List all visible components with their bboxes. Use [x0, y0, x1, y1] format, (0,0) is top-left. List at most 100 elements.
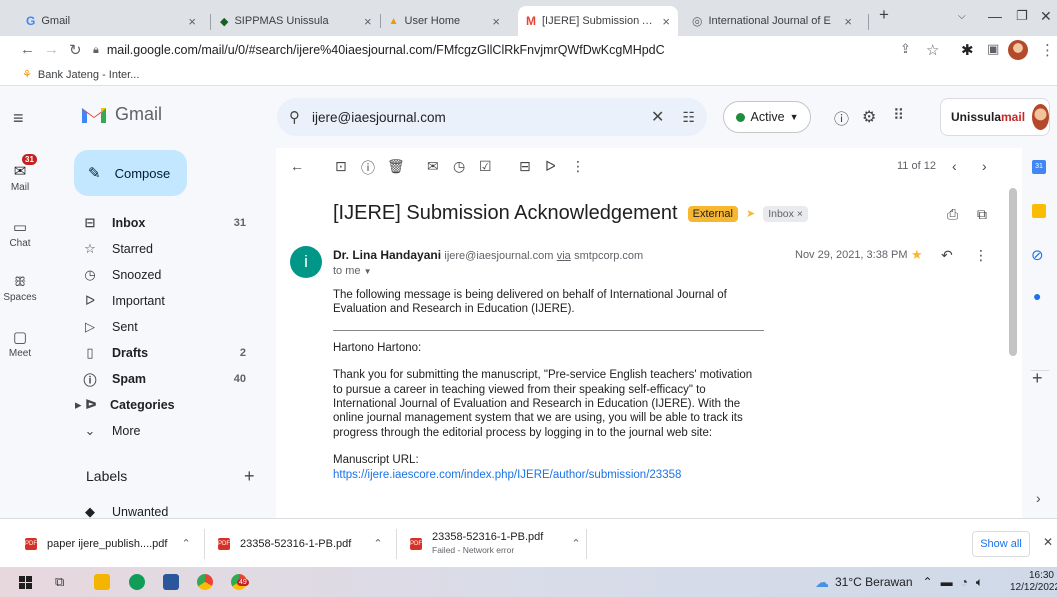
message-more-icon[interactable]: ⋮: [974, 247, 988, 264]
mark-unread-icon[interactable]: ✉: [427, 158, 439, 175]
reload-icon[interactable]: ↻: [69, 41, 82, 59]
nav-inbox[interactable]: ⊟ Inbox 31: [66, 210, 266, 236]
snooze-icon[interactable]: ◷: [453, 158, 465, 175]
calendar-icon[interactable]: 31: [1032, 160, 1046, 174]
settings-gear-icon[interactable]: ⚙: [862, 107, 876, 127]
open-new-window-icon[interactable]: ⧉: [977, 206, 987, 223]
nav-important[interactable]: ᐅ Important: [66, 288, 266, 314]
search-bar[interactable]: ⚲ ijere@iaesjournal.com ✕ ☷: [277, 98, 707, 136]
download-item[interactable]: PDF 23358-52316-1-PB.pdf ⌃: [218, 519, 383, 568]
close-download-bar-icon[interactable]: ✕: [1043, 535, 1053, 549]
share-icon[interactable]: ⇪: [900, 41, 911, 57]
weather-text[interactable]: 31°C Berawan: [835, 575, 913, 589]
wifi-icon[interactable]: ◔: [961, 575, 968, 589]
get-addons-icon[interactable]: +: [1032, 368, 1043, 389]
delete-icon[interactable]: 🗑︎: [387, 158, 405, 175]
rail-chat[interactable]: ▭ Chat: [0, 218, 40, 249]
rail-meet[interactable]: ▢ Meet: [0, 328, 40, 359]
chrome-profile-icon[interactable]: 49: [231, 574, 249, 590]
restore-button[interactable]: ❐: [1016, 8, 1028, 24]
rail-mail[interactable]: ✉ 31 Mail: [0, 154, 40, 193]
close-tab-icon[interactable]: ×: [188, 14, 196, 29]
tab-user-home[interactable]: × ▲ User Home ×: [356, 6, 508, 36]
tab-gmail[interactable]: G Gmail ×: [18, 6, 204, 36]
print-icon[interactable]: ⎙: [947, 206, 958, 223]
chrome-icon[interactable]: [197, 574, 213, 590]
add-task-icon[interactable]: ☑: [479, 158, 492, 175]
report-spam-icon[interactable]: ⓘ: [361, 158, 375, 178]
bookmark-bank-jateng[interactable]: Bank Jateng - Inter...: [38, 69, 140, 81]
contacts-icon[interactable]: ●: [1033, 288, 1041, 304]
sender-name[interactable]: Dr. Lina Handayani: [333, 248, 441, 262]
label-as-icon[interactable]: ᐅ: [545, 158, 556, 175]
tab-international-journal[interactable]: ◎ International Journal of E ×: [684, 6, 860, 36]
main-menu-icon[interactable]: ≡: [13, 108, 24, 129]
chevron-up-icon[interactable]: ⌃: [373, 537, 382, 550]
address-bar[interactable]: 🔒︎ mail.google.com/mail/u/0/#search/ijer…: [93, 39, 888, 61]
download-item[interactable]: PDF paper ijere_publish....pdf ⌃: [25, 519, 191, 568]
back-icon[interactable]: ←: [20, 41, 35, 58]
via-label[interactable]: via: [557, 250, 571, 262]
older-chevron-icon[interactable]: ›: [982, 158, 987, 174]
account-switcher[interactable]: Unissula mail: [940, 98, 1050, 136]
close-tab-icon[interactable]: ×: [492, 14, 500, 29]
reply-icon[interactable]: ↶: [941, 247, 953, 264]
search-input[interactable]: ijere@iaesjournal.com: [312, 110, 651, 125]
more-menu-icon[interactable]: ⋮: [1040, 41, 1055, 59]
rail-spaces[interactable]: ꕥ Spaces: [0, 274, 40, 303]
volume-icon[interactable]: 🔈︎: [976, 575, 983, 590]
add-label-icon[interactable]: +: [244, 466, 255, 487]
scrollbar-thumb[interactable]: [1009, 188, 1017, 356]
help-icon[interactable]: ⓘ: [834, 108, 849, 129]
nav-snoozed[interactable]: ◷ Snoozed: [66, 262, 266, 288]
clock[interactable]: 16:30 12/12/2022: [1010, 570, 1057, 594]
side-panel-icon[interactable]: ▣: [987, 41, 999, 57]
download-item-failed[interactable]: PDF 23358-52316-1-PB.pdf Failed - Networ…: [410, 519, 581, 568]
tab-ijere-submission[interactable]: M [IJERE] Submission Ackno ×: [518, 6, 678, 36]
tasks-icon[interactable]: ⊘: [1031, 246, 1044, 264]
close-tab-icon[interactable]: ×: [662, 14, 670, 29]
compose-button[interactable]: ✎ Compose: [74, 150, 187, 196]
close-window-button[interactable]: ✕: [1040, 8, 1052, 25]
close-tab-icon[interactable]: ×: [844, 14, 852, 29]
star-icon[interactable]: ★: [911, 247, 923, 263]
clear-search-icon[interactable]: ✕: [651, 107, 664, 127]
windows-start-icon[interactable]: [19, 576, 32, 589]
chevron-up-icon[interactable]: ⌃: [181, 537, 190, 550]
recipient-toggle[interactable]: to me ▼: [333, 265, 372, 277]
extensions-icon[interactable]: ✱: [961, 41, 974, 59]
tray-chevron-up-icon[interactable]: ⌃: [923, 575, 933, 589]
close-tab-icon[interactable]: ×: [364, 14, 372, 29]
more-actions-icon[interactable]: ⋮: [571, 158, 585, 175]
word-icon[interactable]: [163, 574, 179, 590]
profile-avatar[interactable]: [1008, 40, 1028, 60]
status-selector[interactable]: Active ▼: [723, 101, 811, 133]
back-to-list-icon[interactable]: ←: [290, 158, 304, 174]
nav-starred[interactable]: ☆ Starred: [66, 236, 266, 262]
nav-categories[interactable]: ▸ ᐅ Categories: [66, 392, 266, 418]
sender-avatar[interactable]: i: [290, 246, 322, 278]
tab-search-icon[interactable]: ⌵: [958, 11, 966, 22]
nav-sent[interactable]: ▷ Sent: [66, 314, 266, 340]
nav-spam[interactable]: ⓘ Spam 40: [66, 366, 266, 392]
new-tab-button[interactable]: +: [879, 5, 889, 25]
external-label[interactable]: External: [687, 205, 738, 222]
manuscript-link[interactable]: https://ijere.iaescore.com/index.php/IJE…: [333, 469, 681, 481]
tab-sippmas[interactable]: ◆ SIPPMAS Unissula: [212, 6, 344, 36]
minimize-button[interactable]: —: [988, 8, 1002, 24]
newer-chevron-icon[interactable]: ‹: [952, 158, 957, 174]
nav-more[interactable]: ⌄ More: [66, 418, 266, 444]
move-to-icon[interactable]: ⊟: [519, 158, 531, 175]
inbox-label[interactable]: Inbox ×: [763, 205, 808, 222]
gmail-logo[interactable]: Gmail: [81, 104, 162, 125]
apps-grid-icon[interactable]: ⠿: [893, 106, 904, 124]
edge-icon[interactable]: [129, 574, 145, 590]
show-all-button[interactable]: Show all: [972, 531, 1030, 557]
archive-icon[interactable]: ⊡: [335, 158, 347, 175]
nav-drafts[interactable]: ▯ Drafts 2: [66, 340, 266, 366]
remove-label-icon[interactable]: ×: [797, 208, 803, 220]
bookmark-star-icon[interactable]: ☆: [926, 41, 939, 59]
battery-icon[interactable]: ▬: [941, 575, 953, 589]
keep-icon[interactable]: [1032, 204, 1046, 218]
search-icon[interactable]: ⚲: [289, 108, 300, 126]
